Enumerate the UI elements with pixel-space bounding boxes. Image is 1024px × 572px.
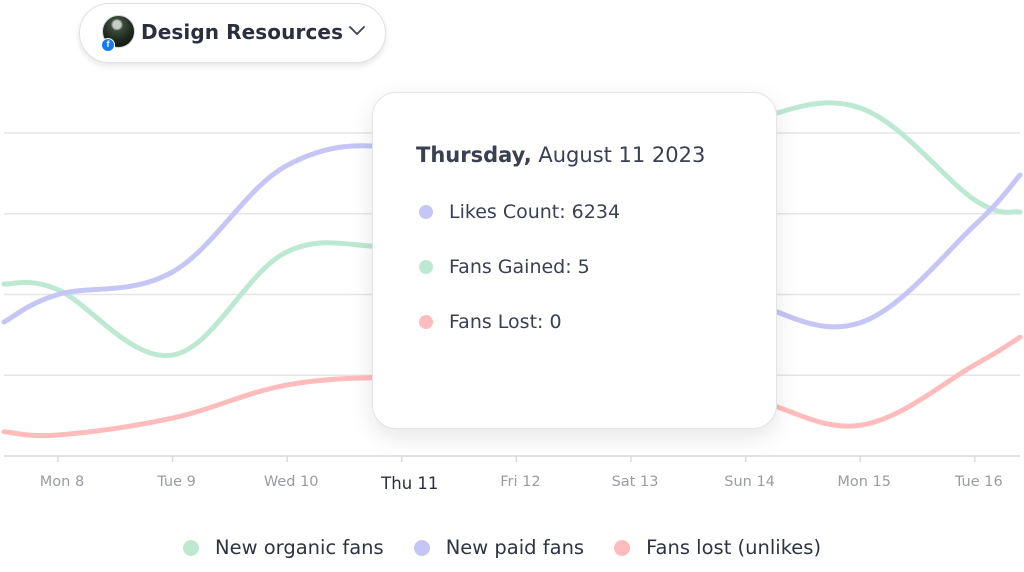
x-tick-label: Fri 12 xyxy=(500,474,540,490)
tooltip-date-text: August 11 2023 xyxy=(538,143,706,167)
x-tick-label: Thu 11 xyxy=(380,474,438,493)
legend-label: New paid fans xyxy=(445,536,585,559)
page-name: Design Resources xyxy=(141,20,344,44)
x-tick-label: Sat 13 xyxy=(612,474,659,490)
tooltip-likes-count: Likes Count: 6234 xyxy=(449,201,621,223)
tooltip-row-likes: Likes Count: 6234 xyxy=(419,201,620,223)
paid-series-dot-icon xyxy=(419,205,433,219)
tooltip-fans-gained: Fans Gained: 5 xyxy=(449,256,590,278)
x-tick-label: Tue 16 xyxy=(954,474,1003,490)
chevron-down-icon[interactable] xyxy=(348,24,366,36)
paid-legend-dot-icon xyxy=(413,539,430,556)
legend-item-paid[interactable]: New paid fans xyxy=(413,536,585,559)
tooltip-date: Thursday, August 11 2023 xyxy=(416,143,705,167)
tooltip-fans-lost: Fans Lost: 0 xyxy=(449,311,562,333)
organic-legend-dot-icon xyxy=(183,539,199,556)
legend-item-lost[interactable]: Fans lost (unlikes) xyxy=(614,536,821,559)
page-selector-dropdown[interactable]: f Design Resources xyxy=(79,3,386,63)
x-tick-label: Tue 9 xyxy=(156,474,196,490)
lost-series-dot-icon xyxy=(419,315,433,329)
organic-series-dot-icon xyxy=(419,260,433,274)
x-tick-label: Sun 14 xyxy=(724,474,775,490)
chart-widget: Mon 8 Tue 9 Wed 10 Thu 11 Fri 12 Sat 13 Sun 14… xyxy=(0,0,1024,572)
legend-label: Fans lost (unlikes) xyxy=(646,536,822,559)
tooltip-row-fans-gained: Fans Gained: 5 xyxy=(419,256,590,278)
legend-item-organic[interactable]: New organic fans xyxy=(183,536,384,559)
tooltip-row-fans-lost: Fans Lost: 0 xyxy=(419,311,562,333)
x-tick-label: Wed 10 xyxy=(264,474,319,490)
tooltip-weekday: Thursday, xyxy=(416,143,532,167)
x-tick-label: Mon 8 xyxy=(40,474,84,490)
facebook-icon: f xyxy=(101,38,115,52)
x-axis: Mon 8 Tue 9 Wed 10 Thu 11 Fri 12 Sat 13 Sun 14… xyxy=(4,455,1020,493)
chart-tooltip: Thursday, August 11 2023 Likes Count: 62… xyxy=(372,92,777,429)
legend-label: New organic fans xyxy=(215,536,384,559)
chart-legend: New organic fans New paid fans Fans lost… xyxy=(183,536,821,559)
x-tick-label: Mon 15 xyxy=(837,474,891,490)
lost-legend-dot-icon xyxy=(614,539,631,556)
